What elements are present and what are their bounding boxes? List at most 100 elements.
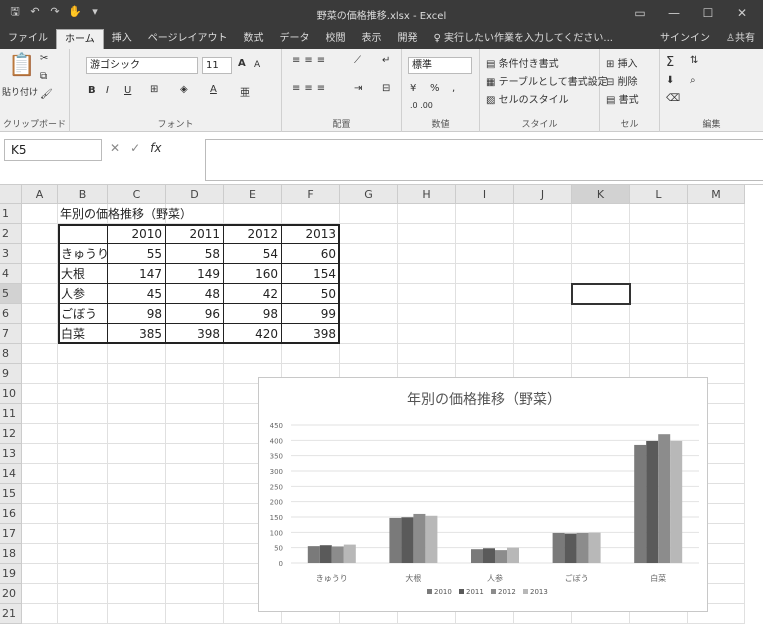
formula-input[interactable] <box>205 139 763 181</box>
cell[interactable] <box>282 344 340 364</box>
cell[interactable] <box>340 224 398 244</box>
cell[interactable] <box>166 584 224 604</box>
tab-developer[interactable]: 開発 <box>390 29 426 49</box>
cell[interactable] <box>630 224 688 244</box>
cell[interactable] <box>514 324 572 344</box>
cell[interactable] <box>456 204 514 224</box>
row-header[interactable]: 21 <box>0 604 22 624</box>
price-value[interactable]: 147 <box>108 264 162 284</box>
cell[interactable] <box>224 344 282 364</box>
cell[interactable] <box>22 604 58 624</box>
price-value[interactable]: 420 <box>224 324 278 344</box>
cell[interactable] <box>688 284 745 304</box>
shrink-font-button[interactable]: A <box>254 60 260 70</box>
cell[interactable] <box>572 344 630 364</box>
border-icon[interactable]: ⊞ <box>150 84 158 95</box>
cell[interactable] <box>108 604 166 624</box>
comma-icon[interactable]: , <box>452 83 455 94</box>
price-value[interactable]: 99 <box>282 304 336 324</box>
cell[interactable] <box>58 464 108 484</box>
row-header[interactable]: 4 <box>0 264 22 284</box>
cell[interactable] <box>108 484 166 504</box>
tab-page-layout[interactable]: ページレイアウト <box>140 29 236 49</box>
cell[interactable] <box>340 264 398 284</box>
tell-me-box[interactable]: ♀ 実行したい作業を入力してください... <box>426 29 621 49</box>
vegetable-name[interactable]: 白菜 <box>61 324 85 344</box>
row-header[interactable]: 6 <box>0 304 22 324</box>
cell[interactable] <box>688 324 745 344</box>
year-header[interactable]: 2011 <box>166 224 220 244</box>
maximize-icon[interactable]: ☐ <box>691 3 725 23</box>
cell[interactable] <box>688 244 745 264</box>
minimize-icon[interactable]: — <box>657 3 691 23</box>
cell[interactable] <box>108 424 166 444</box>
indent-icon[interactable]: ⇥ <box>354 83 362 94</box>
cell[interactable] <box>22 344 58 364</box>
cell[interactable] <box>166 444 224 464</box>
cell[interactable] <box>58 444 108 464</box>
row-header[interactable]: 20 <box>0 584 22 604</box>
vertical-align-icons[interactable]: ≡≡≡ <box>292 55 329 66</box>
cell[interactable] <box>22 444 58 464</box>
cell[interactable] <box>630 324 688 344</box>
tab-view[interactable]: 表示 <box>354 29 390 49</box>
cell[interactable] <box>22 404 58 424</box>
fill-icon[interactable]: ⬇ <box>666 75 674 86</box>
price-value[interactable]: 385 <box>108 324 162 344</box>
enter-icon[interactable]: ✓ <box>130 141 140 155</box>
price-value[interactable]: 98 <box>108 304 162 324</box>
selected-cell[interactable] <box>571 283 631 305</box>
cell[interactable] <box>282 204 340 224</box>
row-header[interactable]: 18 <box>0 544 22 564</box>
cell[interactable] <box>22 424 58 444</box>
paste-icon[interactable]: 📋 <box>8 53 35 78</box>
cell[interactable] <box>456 224 514 244</box>
grow-font-button[interactable]: A <box>238 58 246 69</box>
cell[interactable] <box>572 324 630 344</box>
cell[interactable] <box>58 364 108 384</box>
cell[interactable] <box>340 344 398 364</box>
currency-icon[interactable]: ¥ <box>410 83 416 94</box>
font-name-select[interactable]: 游ゴシック <box>86 57 198 74</box>
conditional-format-button[interactable]: ▤ 条件付き書式 <box>486 55 559 70</box>
cell[interactable] <box>514 204 572 224</box>
cell[interactable] <box>58 504 108 524</box>
row-header[interactable]: 8 <box>0 344 22 364</box>
cell[interactable] <box>58 384 108 404</box>
cell[interactable] <box>22 484 58 504</box>
phonetic-icon[interactable]: 亜 <box>240 84 250 99</box>
cell[interactable] <box>58 524 108 544</box>
price-value[interactable]: 50 <box>282 284 336 304</box>
font-color-icon[interactable]: A <box>210 84 217 95</box>
price-value[interactable]: 48 <box>166 284 220 304</box>
vegetable-name[interactable]: 大根 <box>61 264 85 284</box>
merge-icon[interactable]: ⊟ <box>382 83 390 94</box>
tab-insert[interactable]: 挿入 <box>104 29 140 49</box>
cell[interactable] <box>22 224 58 244</box>
vegetable-name[interactable]: ごぼう <box>61 304 97 324</box>
sort-filter-icon[interactable]: ⇅ <box>690 55 698 66</box>
cell[interactable] <box>22 244 58 264</box>
cell[interactable] <box>108 364 166 384</box>
row-header[interactable]: 2 <box>0 224 22 244</box>
cell[interactable] <box>58 604 108 624</box>
cell[interactable] <box>58 544 108 564</box>
cell[interactable] <box>630 264 688 284</box>
cell[interactable] <box>572 304 630 324</box>
cell[interactable] <box>456 304 514 324</box>
cell[interactable] <box>108 444 166 464</box>
cell[interactable] <box>572 244 630 264</box>
cell[interactable] <box>22 464 58 484</box>
cell[interactable] <box>22 564 58 584</box>
cell[interactable] <box>22 384 58 404</box>
price-value[interactable]: 60 <box>282 244 336 264</box>
copy-icon[interactable]: ⧉ <box>40 71 47 82</box>
price-value[interactable]: 96 <box>166 304 220 324</box>
column-header[interactable]: M <box>688 185 745 204</box>
cell[interactable] <box>340 244 398 264</box>
cell[interactable] <box>456 324 514 344</box>
cell[interactable] <box>514 244 572 264</box>
column-header[interactable]: G <box>340 185 398 204</box>
cell[interactable] <box>58 404 108 424</box>
column-header[interactable]: A <box>22 185 58 204</box>
